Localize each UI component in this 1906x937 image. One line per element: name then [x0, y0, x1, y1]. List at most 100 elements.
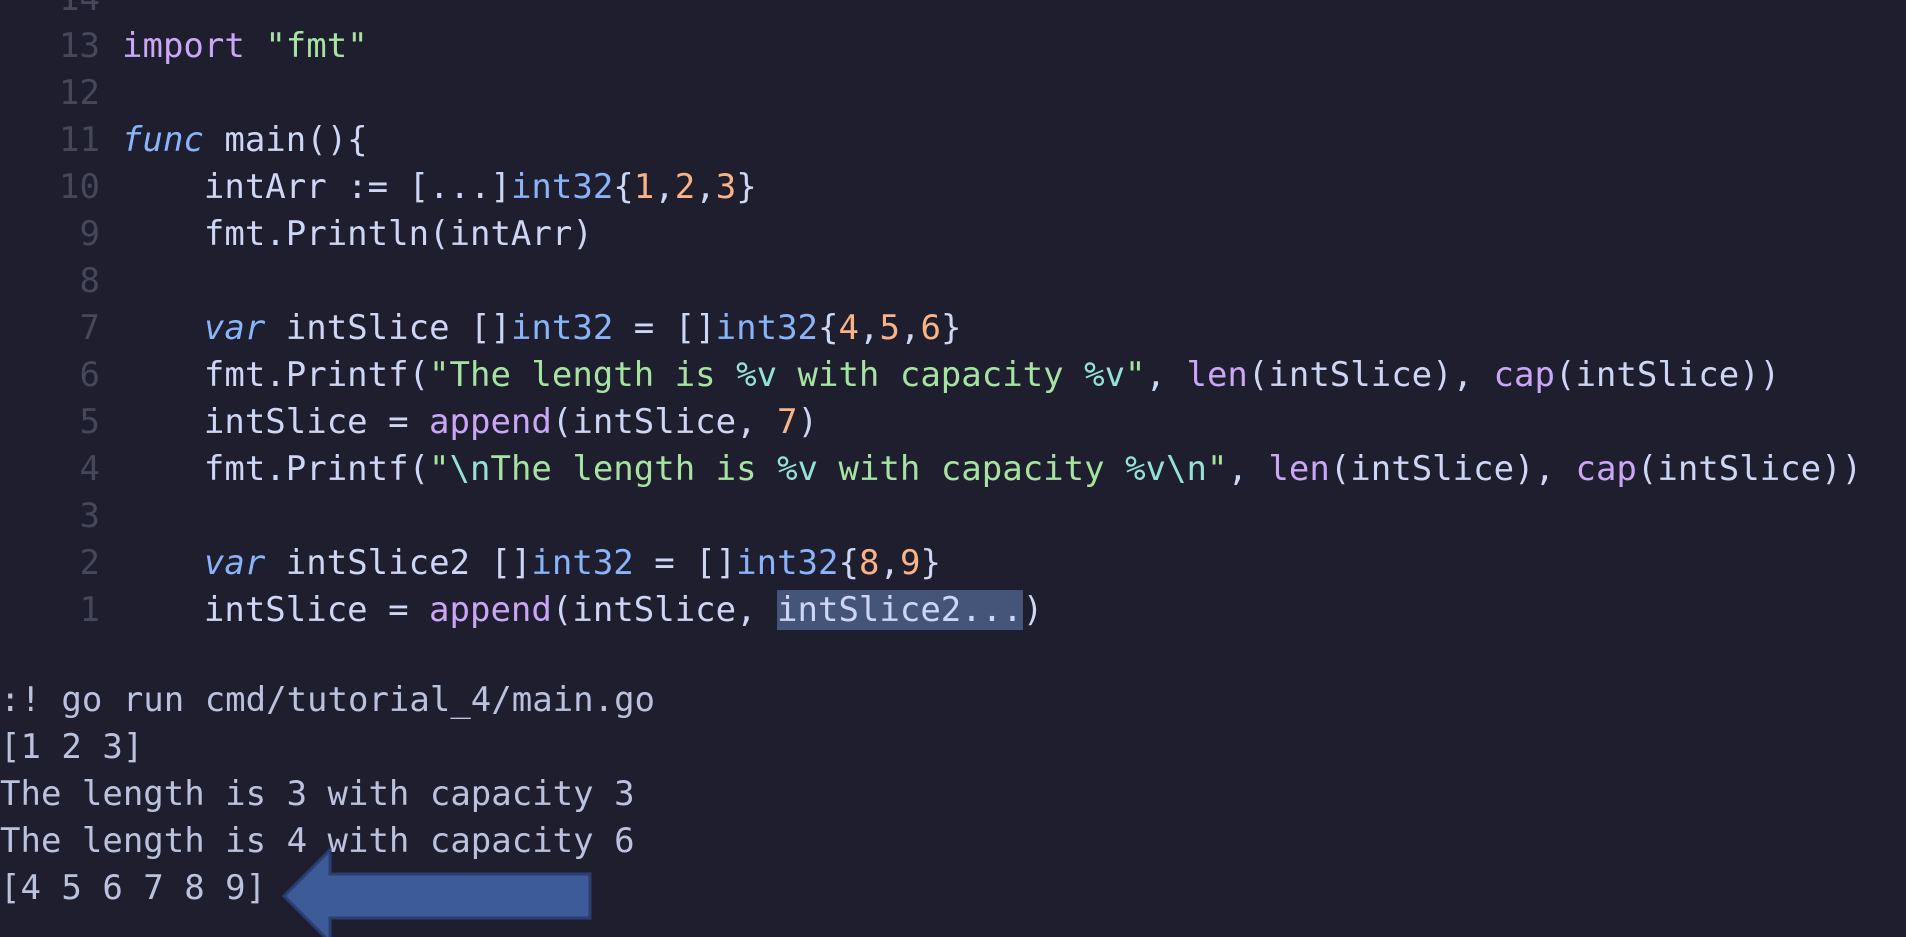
code-token: , [859, 308, 880, 348]
code-line[interactable]: 14 [0, 0, 1906, 23]
code-text[interactable]: fmt.Printf("The length is %v with capaci… [122, 352, 1780, 399]
code-token: "The length is [429, 355, 737, 395]
code-token: import [122, 26, 245, 66]
code-token: } [920, 543, 941, 583]
output-line: [4 5 6 7 8 9] [0, 868, 267, 908]
code-token: intSlice [] [265, 308, 511, 348]
line-number: 1 [79, 590, 100, 630]
code-token: len [1268, 449, 1330, 489]
code-line[interactable]: 12 [0, 70, 1906, 117]
code-token: = [] [613, 308, 716, 348]
line-number: 13 [59, 26, 100, 66]
output-line: [1 2 3] [0, 727, 144, 767]
code-line[interactable]: 13 import "fmt" [0, 23, 1906, 70]
code-token: " [1206, 449, 1228, 489]
code-token: ) [797, 402, 819, 442]
code-token: with capacity [777, 355, 1085, 395]
code-text[interactable]: var intSlice []int32 = []int32{4,5,6} [122, 305, 962, 352]
code-token: 3 [715, 167, 737, 207]
code-token: = [] [633, 543, 737, 583]
code-text[interactable]: intSlice = append(intSlice, 7) [122, 399, 818, 446]
code-line[interactable]: 3 [0, 493, 1906, 540]
code-line[interactable]: 11 func main(){ [0, 117, 1906, 164]
code-text[interactable]: import "fmt" [122, 23, 368, 70]
code-token: var [203, 543, 266, 583]
code-token: int32 [531, 543, 634, 583]
code-token: (intSlice)) [1554, 355, 1781, 395]
code-text[interactable]: intArr := [...]int32{1,2,3} [122, 164, 757, 211]
code-line[interactable]: 6 fmt.Printf("The length is %v with capa… [0, 352, 1906, 399]
code-token: cap [1493, 355, 1555, 395]
code-line[interactable]: 5 intSlice = append(intSlice, 7) [0, 399, 1906, 446]
line-number: 6 [79, 355, 100, 395]
code-token: , [654, 167, 675, 207]
code-token: The length is [490, 449, 778, 489]
code-token: 1 [633, 167, 655, 207]
code-text[interactable]: fmt.Printf("\nThe length is %v with capa… [122, 446, 1862, 493]
code-token: len [1186, 355, 1248, 395]
line-number: 10 [59, 167, 100, 207]
code-token: , [899, 308, 921, 348]
code-token: " [1125, 355, 1146, 395]
code-token: 7 [777, 402, 798, 442]
line-number: 12 [59, 73, 100, 113]
code-token: int32 [510, 308, 614, 348]
line-number: 7 [79, 308, 100, 348]
code-token: main(){ [203, 120, 368, 160]
code-token: 2 [674, 167, 696, 207]
selected-text: intSlice2... [777, 590, 1023, 630]
code-token: var [203, 308, 266, 348]
code-line[interactable]: 2 var intSlice2 []int32 = []int32{8,9} [0, 540, 1906, 587]
code-token: 6 [920, 308, 941, 348]
code-token: (intSlice, [551, 402, 778, 442]
code-token: } [736, 167, 757, 207]
left-arrow-icon [282, 848, 592, 937]
code-editor[interactable]: 1413import "fmt"1211func main(){10 intAr… [0, 0, 1906, 635]
code-text[interactable]: var intSlice2 []int32 = []int32{8,9} [122, 540, 941, 587]
line-number: 8 [79, 261, 100, 301]
code-line[interactable]: 9 fmt.Println(intArr) [0, 211, 1906, 258]
code-token: 8 [858, 543, 880, 583]
code-token: %v [777, 449, 819, 489]
code-token: { [818, 308, 839, 348]
code-token: , [1145, 355, 1187, 395]
line-number: 2 [79, 543, 100, 583]
code-line[interactable]: 7 var intSlice []int32 = []int32{4,5,6} [0, 305, 1906, 352]
code-token: " [429, 449, 450, 489]
code-token: fmt.Println(intArr) [122, 214, 593, 254]
code-text[interactable]: fmt.Println(intArr) [122, 211, 593, 258]
code-token: (intSlice), [1329, 449, 1576, 489]
line-number: 4 [79, 449, 100, 489]
code-token: , [879, 543, 900, 583]
line-number: 11 [59, 120, 100, 160]
code-text[interactable]: intSlice = append(intSlice, intSlice2...… [122, 587, 1043, 634]
terminal-command: :! go run cmd/tutorial_4/main.go [0, 680, 656, 720]
code-token: fmt.Printf( [122, 449, 430, 489]
code-line[interactable]: 1 intSlice = append(intSlice, intSlice2.… [0, 587, 1906, 634]
code-token: %v [1125, 449, 1167, 489]
code-token: , [1227, 449, 1269, 489]
code-token: { [613, 167, 634, 207]
code-token: int32 [510, 167, 614, 207]
code-token: intArr := [...] [122, 167, 511, 207]
code-token: intSlice = [122, 590, 430, 630]
code-line[interactable]: 8 [0, 258, 1906, 305]
code-token: \n [1166, 449, 1207, 489]
line-number: 14 [0, 0, 100, 23]
code-token: %v [736, 355, 778, 395]
code-line[interactable]: 4 fmt.Printf("\nThe length is %v with ca… [0, 446, 1906, 493]
code-token: (intSlice)) [1636, 449, 1863, 489]
line-number: 3 [79, 496, 100, 536]
code-token: 5 [879, 308, 900, 348]
code-token: (intSlice, [551, 590, 778, 630]
code-token: \n [449, 449, 491, 489]
code-token: intSlice = [122, 402, 430, 442]
code-line[interactable]: 10 intArr := [...]int32{1,2,3} [0, 164, 1906, 211]
code-text[interactable]: func main(){ [122, 117, 368, 164]
code-token: } [940, 308, 962, 348]
code-token: int32 [736, 543, 839, 583]
code-token: 4 [838, 308, 859, 348]
code-token: { [838, 543, 859, 583]
